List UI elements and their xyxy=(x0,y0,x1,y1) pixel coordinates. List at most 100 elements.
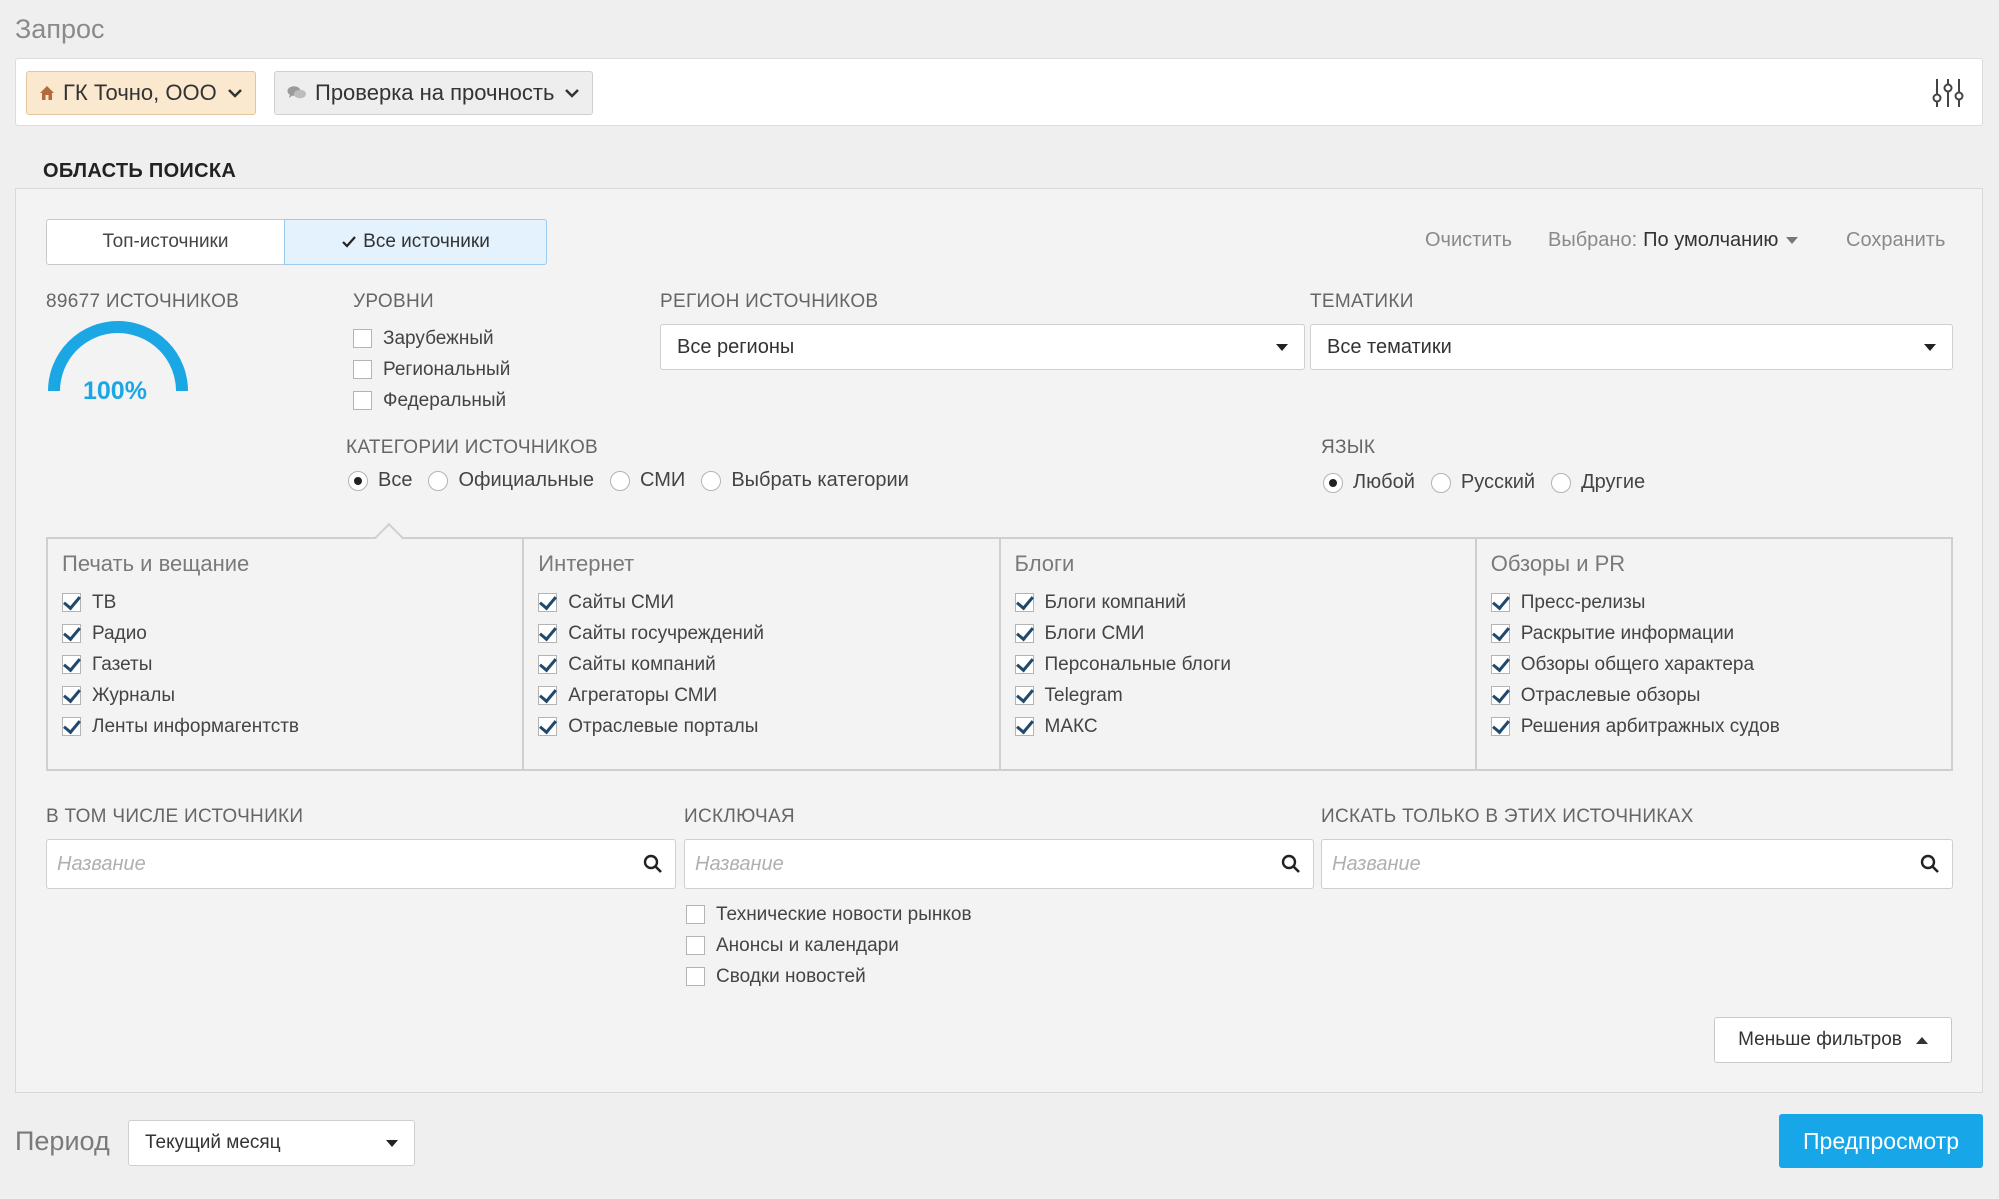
checkbox[interactable] xyxy=(1014,593,1034,612)
radio-label: Любой xyxy=(1353,471,1415,493)
search-icon[interactable] xyxy=(1908,854,1952,874)
exclude-option-digests[interactable]: Сводки новостей xyxy=(686,961,972,992)
exclude-option-announcements[interactable]: Анонсы и календари xyxy=(686,930,972,961)
item-label: Отраслевые порталы xyxy=(568,715,759,737)
chat-bubbles-icon xyxy=(287,85,307,101)
item-label: Пресс-релизы xyxy=(1520,591,1646,613)
category-group-blogs: Блоги Блоги компаний Блоги СМИ Персональ… xyxy=(1001,539,1477,769)
list-item[interactable]: Ленты информагентств xyxy=(62,711,508,742)
topics-dropdown[interactable]: Все тематики xyxy=(1310,324,1953,370)
list-item[interactable]: Решения арбитражных судов xyxy=(1490,711,1937,742)
checkbox[interactable] xyxy=(538,593,558,612)
item-label: Обзоры общего характера xyxy=(1520,653,1755,675)
save-link[interactable]: Сохранить xyxy=(1846,229,1945,252)
list-item[interactable]: Раскрытие информации xyxy=(1490,618,1937,649)
caret-down-icon xyxy=(1924,343,1936,351)
less-filters-button[interactable]: Меньше фильтров xyxy=(1714,1017,1952,1063)
list-item[interactable]: Пресс-релизы xyxy=(1490,587,1937,618)
top-sources-toggle[interactable]: Топ-источники xyxy=(46,219,285,265)
only-search-input[interactable] xyxy=(1322,840,1908,888)
checkbox[interactable] xyxy=(353,391,372,410)
all-sources-toggle[interactable]: Все источники xyxy=(284,219,547,265)
radio-label: Русский xyxy=(1460,471,1536,493)
list-item[interactable]: Блоги компаний xyxy=(1014,587,1461,618)
checkbox[interactable] xyxy=(1490,655,1510,674)
checkbox[interactable] xyxy=(1014,686,1034,705)
list-item[interactable]: Сайты госучреждений xyxy=(538,618,984,649)
category-option-all[interactable]: Все xyxy=(348,469,412,492)
selected-preset-dropdown[interactable]: Выбрано: По умолчанию xyxy=(1548,229,1799,252)
list-item[interactable]: Журналы xyxy=(62,680,508,711)
checkbox[interactable] xyxy=(62,686,81,705)
radio[interactable] xyxy=(1551,472,1572,493)
exclude-label: ИСКЛЮЧАЯ xyxy=(684,806,795,827)
sliders-icon[interactable] xyxy=(1928,73,1968,113)
categories-radio-group: Все Официальные СМИ Выбрать категории xyxy=(348,469,925,492)
checkbox[interactable] xyxy=(1490,593,1510,612)
category-group-internet: Интернет Сайты СМИ Сайты госучреждений С… xyxy=(524,539,1001,769)
item-label: Сайты компаний xyxy=(568,653,716,675)
exclude-option-tech-news[interactable]: Технические новости рынков xyxy=(686,899,972,930)
query-selector[interactable]: Проверка на прочность xyxy=(274,71,594,115)
radio[interactable] xyxy=(1430,472,1451,493)
category-option-media[interactable]: СМИ xyxy=(610,469,685,492)
radio[interactable] xyxy=(701,470,722,491)
category-option-official[interactable]: Официальные xyxy=(428,469,594,492)
include-search-input[interactable] xyxy=(47,840,631,888)
checkbox[interactable] xyxy=(1014,655,1034,674)
checkbox[interactable] xyxy=(538,686,558,705)
radio[interactable] xyxy=(348,470,368,491)
search-icon[interactable] xyxy=(631,854,675,874)
checkbox[interactable] xyxy=(62,655,81,674)
list-item[interactable]: Отраслевые обзоры xyxy=(1490,680,1937,711)
checkbox[interactable] xyxy=(1490,686,1510,705)
exclude-search-input[interactable] xyxy=(685,840,1269,888)
checkbox[interactable] xyxy=(686,905,705,924)
company-selector-label: ГК Точно, ООО xyxy=(63,80,217,105)
checkbox[interactable] xyxy=(538,717,558,736)
list-item[interactable]: Telegram xyxy=(1014,680,1461,711)
region-dropdown[interactable]: Все регионы xyxy=(660,324,1305,370)
level-federal[interactable]: Федеральный xyxy=(353,385,510,416)
company-selector[interactable]: ГК Точно, ООО xyxy=(26,71,256,115)
list-item[interactable]: Агрегаторы СМИ xyxy=(538,680,984,711)
preview-button[interactable]: Предпросмотр xyxy=(1779,1114,1983,1168)
language-option-russian[interactable]: Русский xyxy=(1430,471,1536,494)
language-option-any[interactable]: Любой xyxy=(1323,471,1415,494)
checkbox[interactable] xyxy=(62,624,81,643)
list-item[interactable]: Радио xyxy=(62,618,508,649)
list-item[interactable]: ТВ xyxy=(62,587,508,618)
checkbox[interactable] xyxy=(1014,624,1034,643)
search-icon[interactable] xyxy=(1269,854,1313,874)
checkbox[interactable] xyxy=(1014,717,1034,736)
list-item[interactable]: Сайты СМИ xyxy=(538,587,984,618)
checkbox[interactable] xyxy=(686,967,705,986)
list-item[interactable]: Персональные блоги xyxy=(1014,649,1461,680)
item-label: Агрегаторы СМИ xyxy=(568,684,718,706)
checkbox[interactable] xyxy=(353,360,372,379)
list-item[interactable]: Блоги СМИ xyxy=(1014,618,1461,649)
list-item[interactable]: Газеты xyxy=(62,649,508,680)
checkbox[interactable] xyxy=(62,593,81,612)
checkbox[interactable] xyxy=(62,717,81,736)
period-dropdown[interactable]: Текущий месяц xyxy=(128,1120,415,1166)
include-search xyxy=(46,839,676,889)
checkbox[interactable] xyxy=(538,655,558,674)
checkbox[interactable] xyxy=(1490,717,1510,736)
language-option-other[interactable]: Другие xyxy=(1551,471,1645,494)
category-option-choose[interactable]: Выбрать категории xyxy=(701,469,909,492)
list-item[interactable]: Обзоры общего характера xyxy=(1490,649,1937,680)
list-item[interactable]: Отраслевые порталы xyxy=(538,711,984,742)
radio[interactable] xyxy=(428,470,449,491)
list-item[interactable]: Сайты компаний xyxy=(538,649,984,680)
checkbox[interactable] xyxy=(538,624,558,643)
radio[interactable] xyxy=(610,470,631,491)
checkbox[interactable] xyxy=(686,936,705,955)
clear-link[interactable]: Очистить xyxy=(1425,229,1512,252)
checkbox[interactable] xyxy=(353,329,372,348)
radio[interactable] xyxy=(1323,472,1343,493)
checkbox[interactable] xyxy=(1490,624,1510,643)
level-regional[interactable]: Региональный xyxy=(353,354,510,385)
list-item[interactable]: МАКС xyxy=(1014,711,1461,742)
level-foreign[interactable]: Зарубежный xyxy=(353,323,510,354)
